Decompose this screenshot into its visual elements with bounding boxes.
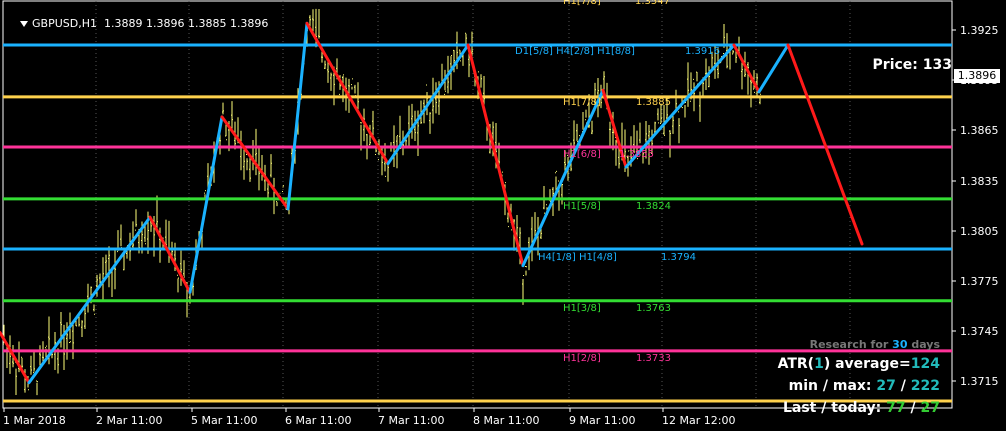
x-tick-label: 7 Mar 11:00 — [378, 414, 444, 427]
last-today-line: Last / today: 77 / 27 — [763, 384, 940, 431]
level-label: H1[6/8] — [563, 149, 601, 160]
x-tick-label: 5 Mar 11:00 — [191, 414, 257, 427]
symbol-timeframe: GBPUSD,H1 — [32, 17, 97, 30]
zigzag-down-segment — [220, 115, 290, 211]
zigzag-down-segment — [466, 43, 525, 268]
y-tick-label: 1.3715 — [960, 375, 999, 388]
level-value: 1.3794 — [661, 252, 696, 263]
collapse-arrow-icon[interactable] — [20, 21, 28, 27]
x-tick-label: 9 Mar 11:00 — [569, 414, 635, 427]
current-price-value: 1.3896 — [957, 69, 997, 82]
level-value: 1.3733 — [636, 353, 671, 364]
level-value: 1.3916 — [685, 46, 720, 57]
level-label: H1[3/8] — [563, 303, 601, 314]
today-value: 27 — [920, 400, 940, 416]
level-value: 1.3547 — [635, 0, 670, 7]
zigzag-down-segment — [732, 43, 761, 94]
chart-header: GBPUSD,H1 1.3889 1.3896 1.3885 1.3896 — [6, 4, 268, 43]
y-tick-label: 1.3835 — [960, 175, 999, 188]
level-label: H1[7/8] — [563, 97, 601, 108]
level-value: 1.3824 — [636, 201, 671, 212]
x-tick-label: 2 Mar 11:00 — [96, 414, 162, 427]
ohlc-values: 1.3889 1.3896 1.3885 1.3896 — [103, 17, 269, 30]
zigzag-up-segment — [286, 21, 309, 211]
zigzag-up-segment — [521, 88, 605, 268]
level-label: H1[2/8] — [563, 353, 601, 364]
y-tick-label: 1.3745 — [960, 325, 999, 338]
level-label: D1[5/8] H4[2/8] H1[8/8] — [515, 46, 635, 57]
zigzag-down-segment — [0, 331, 31, 385]
current-price-tag: 1.3896 — [954, 69, 1000, 83]
price-badge: Price: 133 — [873, 57, 952, 73]
level-label: H1[5/8] — [563, 201, 601, 212]
chart-window: 1.39251.38951.38651.38351.38051.37751.37… — [0, 0, 1006, 431]
last-today-label: Last / today: — [782, 400, 887, 416]
level-value: 1.3855 — [619, 149, 654, 160]
level-label: H1[7/8] — [563, 0, 601, 7]
x-tick-label: 8 Mar 11:00 — [473, 414, 539, 427]
y-tick-label: 1.3775 — [960, 275, 999, 288]
y-tick-label: 1.3805 — [960, 225, 999, 238]
y-tick-label: 1.3925 — [960, 24, 999, 37]
level-value: 1.3885 — [636, 97, 671, 108]
last-today-sep: / — [905, 400, 921, 416]
price-badge-text: Price: 133 — [872, 57, 952, 73]
zigzag-up-segment — [757, 43, 790, 94]
last-value: 77 — [886, 400, 906, 416]
level-value: 1.3763 — [636, 303, 671, 314]
zigzag-down-segment — [148, 215, 192, 294]
x-tick-label: 6 Mar 11:00 — [285, 414, 351, 427]
zigzag-down-segment — [786, 43, 864, 246]
x-tick-label: 12 Mar 12:00 — [662, 414, 735, 427]
x-tick-label: 1 Mar 2018 — [3, 414, 66, 427]
zigzag-up-segment — [188, 115, 224, 294]
level-label: H4[1/8] H1[4/8] — [538, 252, 617, 263]
y-tick-label: 1.3865 — [960, 124, 999, 137]
